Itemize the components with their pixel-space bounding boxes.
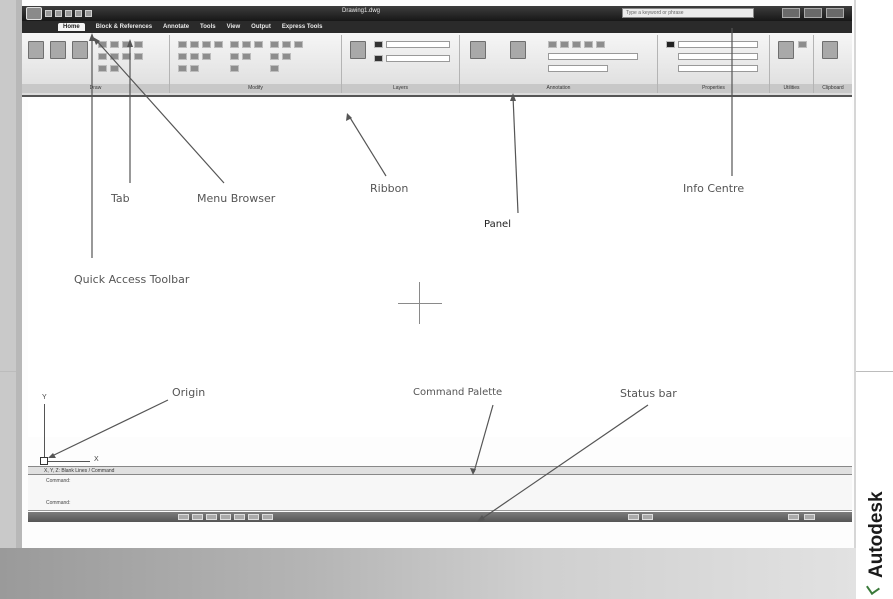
panel-arrow (512, 95, 519, 214)
annotation-command-palette: Command Palette (413, 387, 503, 398)
menu-browser-arrow (95, 39, 225, 184)
annotation-quick-access-toolbar: Quick Access Toolbar (74, 273, 190, 286)
annotation-ribbon: Ribbon (370, 182, 409, 195)
annotation-tab: Tab (111, 192, 130, 205)
autodesk-logo: Autodesk (866, 491, 887, 578)
status-bar-arrow (479, 404, 649, 521)
annotation-menu-browser: Menu Browser (197, 192, 276, 205)
annotation-origin: Origin (172, 386, 206, 399)
annotation-info-centre: Info Centre (683, 182, 745, 195)
annotation-status-bar: Status bar (620, 387, 677, 400)
ribbon-arrow (348, 115, 387, 177)
command-palette-arrow (473, 404, 494, 473)
annotation-arrows (48, 28, 733, 522)
annotation-panel: Panel (484, 219, 511, 230)
origin-arrow (51, 399, 169, 457)
